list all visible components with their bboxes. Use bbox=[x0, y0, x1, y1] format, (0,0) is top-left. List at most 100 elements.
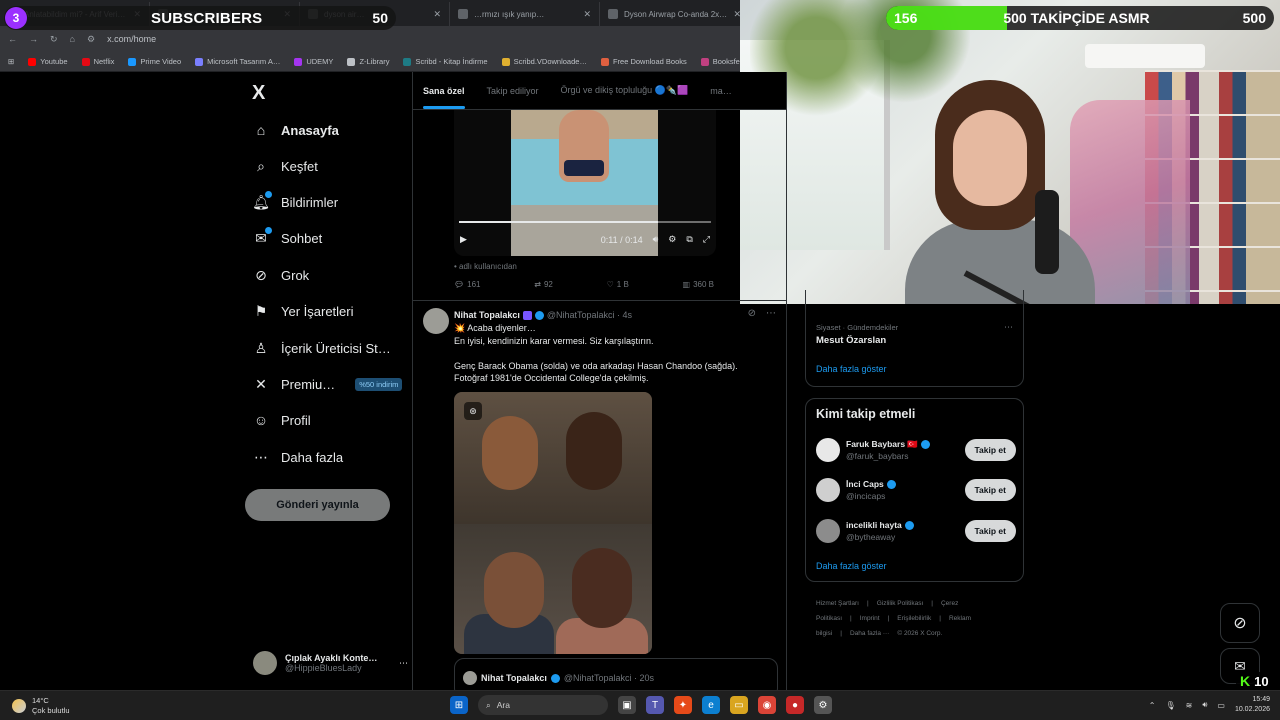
bookmark-item[interactable]: Microsoft Tasarım A… bbox=[195, 57, 280, 66]
views-button[interactable]: ▥ 360 B bbox=[683, 280, 714, 289]
suggested-account[interactable]: Faruk Baybars 🇹🇷 @faruk_baybars Takip et bbox=[816, 435, 1016, 465]
forward-icon[interactable]: → bbox=[29, 34, 38, 44]
video-player[interactable]: ▶ 0:11 / 0:14 🔊︎ ⚙ ⧉ ⤢ bbox=[454, 110, 716, 256]
x-logo-icon[interactable]: X bbox=[252, 82, 265, 105]
edge-icon[interactable]: e bbox=[702, 696, 720, 714]
more-icon[interactable]: ⋯ bbox=[766, 308, 776, 319]
play-icon[interactable]: ▶ bbox=[460, 234, 467, 245]
footer-link[interactable]: Hizmet Şartları bbox=[816, 600, 859, 607]
site-info-icon[interactable]: ⚙ bbox=[87, 34, 95, 45]
author-handle[interactable]: @NihatTopalakci · 4s bbox=[547, 310, 632, 320]
weather-widget[interactable]: 14°C Çok bulutlu bbox=[12, 696, 70, 716]
timeline-tab[interactable]: Takip ediliyor bbox=[487, 86, 539, 96]
nav-item-notifications[interactable]: 🔔︎ Bildirimler bbox=[252, 191, 338, 210]
footer-link[interactable]: © 2026 X Corp. bbox=[897, 630, 942, 637]
apps-icon[interactable]: ⊞ bbox=[8, 57, 14, 66]
view-count: 360 B bbox=[693, 280, 714, 289]
close-icon[interactable]: ✕ bbox=[433, 9, 441, 20]
battery-icon[interactable]: ▭ bbox=[1217, 701, 1225, 710]
avatar[interactable] bbox=[816, 478, 840, 502]
repost-button[interactable]: ⇄ 92 bbox=[534, 280, 553, 289]
post-button[interactable]: Gönderi yayınla bbox=[245, 489, 390, 521]
bookmark-item[interactable]: Booksfer bbox=[700, 57, 740, 66]
settings-icon[interactable]: ⚙ bbox=[814, 696, 832, 714]
nav-item-more[interactable]: ⋯ Daha fazla bbox=[253, 449, 343, 465]
nav-item-home[interactable]: ⌂ Anasayfa bbox=[253, 122, 339, 138]
nav-item-creator[interactable]: ♙ İçerik Üreticisi St… bbox=[253, 340, 391, 356]
clock[interactable]: 15:49 10.02.2026 bbox=[1235, 695, 1270, 715]
timeline-tab[interactable]: Sana özel bbox=[423, 86, 465, 109]
bookmark-item[interactable]: Scribd.VDownloade… bbox=[501, 57, 587, 66]
post-image[interactable]: ⊛ bbox=[454, 392, 652, 654]
copilot-icon[interactable]: ✦ bbox=[674, 696, 692, 714]
bookmark-item[interactable]: Prime Video bbox=[128, 57, 181, 66]
more-icon[interactable]: ⋯ bbox=[1004, 322, 1013, 333]
heart-icon: ♡ bbox=[606, 280, 614, 289]
video-progress-bar[interactable] bbox=[459, 221, 711, 223]
follow-button[interactable]: Takip et bbox=[964, 479, 1016, 501]
bookmark-favicon-icon bbox=[28, 57, 37, 66]
suggested-account[interactable]: İnci Caps @incicaps Takip et bbox=[816, 475, 1016, 505]
browser-tab[interactable]: …rmızı ışık yanıp… ✕ bbox=[450, 2, 600, 26]
like-button[interactable]: ♡ 1 B bbox=[607, 280, 629, 289]
nav-item-explore[interactable]: ⌕ Keşfet bbox=[253, 158, 318, 174]
bookmark-item[interactable]: Free Download Books bbox=[600, 57, 687, 66]
volume-icon[interactable]: 🔊︎ bbox=[1202, 700, 1207, 710]
nav-item-premium[interactable]: ✕ Premiu… %50 indirim bbox=[253, 376, 403, 392]
home-page-icon[interactable]: ⌂ bbox=[70, 34, 75, 44]
follow-button[interactable]: Takip et bbox=[964, 439, 1016, 461]
back-icon[interactable]: ← bbox=[8, 34, 17, 44]
show-more-link[interactable]: Daha fazla göster bbox=[816, 364, 887, 374]
chevron-up-icon[interactable]: ⌃ bbox=[1149, 701, 1156, 710]
grok-image-icon[interactable]: ⊛ bbox=[464, 402, 482, 420]
footer-link[interactable]: Imprint bbox=[860, 615, 880, 622]
creator-studio-icon: ♙ bbox=[254, 339, 268, 356]
footer-link[interactable]: Erişilebilirlik bbox=[897, 615, 931, 622]
avatar[interactable] bbox=[423, 308, 449, 334]
url-field[interactable]: x.com/home bbox=[107, 34, 156, 44]
quoted-post[interactable]: Nihat Topalakcı @NihatTopalakci · 20s bbox=[454, 658, 778, 690]
trend-title[interactable]: Mesut Özarslan bbox=[816, 335, 886, 346]
volume-icon[interactable]: 🔊︎ bbox=[653, 234, 659, 245]
taskbar-search[interactable]: ⌕ Ara bbox=[478, 695, 608, 715]
nav-item-grok[interactable]: ⊘ Grok bbox=[253, 267, 309, 283]
reply-button[interactable]: 💬︎ 161 bbox=[454, 280, 481, 289]
teams-icon[interactable]: T bbox=[646, 696, 664, 714]
bookmark-item[interactable]: Netflix bbox=[81, 57, 114, 66]
wifi-icon[interactable]: ≋ bbox=[1186, 701, 1193, 710]
account-switcher[interactable]: Çıplak Ayaklı Konte… @HippieBluesLady ⋯ bbox=[253, 648, 408, 678]
timeline-tab[interactable]: ma… bbox=[710, 86, 732, 96]
bookmark-item[interactable]: UDEMY bbox=[294, 57, 333, 66]
nav-item-bookmarks[interactable]: ⚑ Yer İşaretleri bbox=[253, 303, 354, 319]
recorder-icon[interactable]: ● bbox=[786, 696, 804, 714]
show-more-link[interactable]: Daha fazla göster bbox=[816, 561, 887, 571]
avatar[interactable] bbox=[816, 519, 840, 543]
suggested-account[interactable]: incelikli hayta @bytheaway Takip et bbox=[816, 516, 1016, 546]
avatar[interactable] bbox=[816, 438, 840, 462]
file-explorer-icon[interactable]: ▭ bbox=[730, 696, 748, 714]
pip-icon[interactable]: ⧉ bbox=[686, 234, 692, 245]
bookmark-item[interactable]: Z-Library bbox=[347, 57, 389, 66]
close-icon[interactable]: ✕ bbox=[583, 9, 591, 20]
timeline-tab[interactable]: Örgü ve dikiş topluluğu 🔵✒️🟪 bbox=[561, 85, 689, 96]
grok-explain-icon[interactable]: ⊘ bbox=[748, 308, 756, 319]
footer-link[interactable]: Daha fazla ··· bbox=[850, 630, 889, 637]
follower-current: 156 bbox=[894, 10, 918, 26]
microphone-icon[interactable]: 🎙︎ bbox=[1165, 701, 1175, 710]
task-view-icon[interactable]: ▣ bbox=[618, 696, 636, 714]
settings-icon[interactable]: ⚙ bbox=[668, 234, 676, 245]
bookmark-item[interactable]: Scribd - Kitap İndirme bbox=[403, 57, 488, 66]
nav-item-profile[interactable]: ☺ Profil bbox=[253, 412, 311, 428]
nav-item-chat[interactable]: ✉ Sohbet bbox=[253, 227, 322, 246]
reload-icon[interactable]: ↻ bbox=[50, 34, 58, 45]
more-icon[interactable]: ⋯ bbox=[399, 658, 408, 669]
browser-tab[interactable]: Dyson Airwrap Co-anda 2x™ sa…✕ bbox=[600, 2, 740, 26]
grok-icon[interactable]: ⊘ bbox=[1220, 603, 1260, 643]
start-icon[interactable]: ⊞ bbox=[450, 696, 468, 714]
author-name[interactable]: Nihat Topalakcı bbox=[454, 310, 520, 320]
bookmark-item[interactable]: Youtube bbox=[28, 57, 68, 66]
footer-link[interactable]: Gizlilik Politikası bbox=[877, 600, 924, 607]
follow-button[interactable]: Takip et bbox=[964, 520, 1016, 542]
fullscreen-icon[interactable]: ⤢ bbox=[703, 234, 710, 245]
chrome-icon[interactable]: ◉ bbox=[758, 696, 776, 714]
